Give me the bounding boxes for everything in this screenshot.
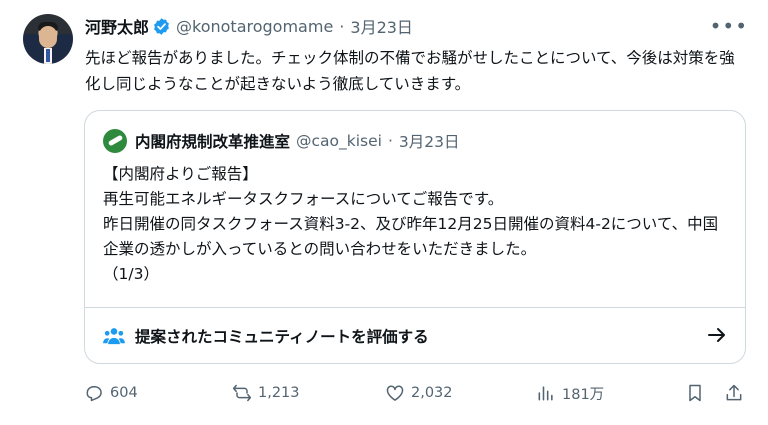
separator-dot: · <box>387 132 393 150</box>
reply-button[interactable]: 604 <box>84 380 138 406</box>
repost-button[interactable]: 1,213 <box>232 380 300 406</box>
quoted-line: 昨日開催の同タスクフォース資料3-2、及び昨年12月25日開催の資料4-2につい… <box>103 215 719 258</box>
quoted-line: （1/3） <box>103 265 159 283</box>
more-icon[interactable]: ••• <box>710 14 748 38</box>
arrow-right-icon <box>708 328 725 342</box>
quoted-tweet[interactable]: 内閣府規制改革推進室 @cao_kisei · 3月23日 【内閣府よりご報告】… <box>84 110 746 364</box>
views-button[interactable]: 181万 <box>536 380 604 406</box>
quoted-author-name: 内閣府規制改革推進室 <box>135 133 291 151</box>
tweet-text: 先ほど報告がありました。チェック体制の不備でお騒がせしたことについて、今後は対策… <box>85 49 735 93</box>
bookmark-icon <box>689 384 701 402</box>
community-note-label: 提案されたコミュニティノートを評価する <box>135 328 429 346</box>
quoted-tweet-date: 3月23日 <box>398 133 460 151</box>
author-handle[interactable]: @konotarogomame <box>176 17 333 36</box>
separator-dot: · <box>339 16 345 36</box>
quoted-tweet-header: 内閣府規制改革推進室 @cao_kisei · 3月23日 <box>103 129 460 153</box>
author-avatar[interactable] <box>23 14 73 64</box>
tweet-actions: 604 1,213 2,032 181万 <box>84 380 748 406</box>
verified-badge-icon <box>154 17 169 35</box>
quoted-tweet-text: 【内閣府よりご報告】 再生可能エネルギータスクフォースについてご報告です。 昨日… <box>103 162 733 287</box>
like-icon <box>386 385 404 401</box>
tweet-header: 河野太郎 @konotarogomame · 3月23日 <box>85 14 413 38</box>
bookmark-button[interactable] <box>685 380 711 406</box>
community-icon <box>103 328 125 345</box>
views-icon <box>538 386 553 401</box>
share-button[interactable] <box>724 380 750 406</box>
quoted-line: 再生可能エネルギータスクフォースについてご報告です。 <box>103 190 504 208</box>
share-icon <box>726 384 742 401</box>
rate-community-note-button[interactable]: 提案されたコミュニティノートを評価する <box>85 308 745 363</box>
quoted-line: 【内閣府よりご報告】 <box>103 165 258 183</box>
tweet-date[interactable]: 3月23日 <box>350 14 413 38</box>
like-count: 2,032 <box>411 385 453 401</box>
reply-icon <box>86 386 102 402</box>
repost-count: 1,213 <box>258 385 300 401</box>
like-button[interactable]: 2,032 <box>385 380 453 406</box>
repost-icon <box>232 384 252 402</box>
quoted-author-handle: @cao_kisei <box>296 132 382 150</box>
reply-count: 604 <box>110 385 138 401</box>
author-name[interactable]: 河野太郎 <box>85 14 149 38</box>
quoted-author-avatar <box>103 129 127 153</box>
views-count: 181万 <box>562 386 605 403</box>
